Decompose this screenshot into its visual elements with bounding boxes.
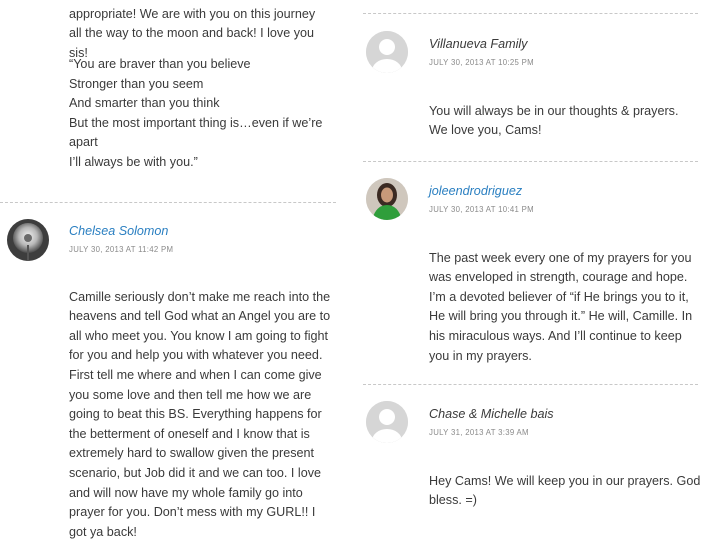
comment-divider xyxy=(363,161,698,162)
default-avatar-icon[interactable] xyxy=(366,401,408,443)
comment-divider xyxy=(0,202,336,203)
comment-text: Camille seriously don’t make me reach in… xyxy=(69,275,335,555)
comment-date-link[interactable]: JULY 30, 2013 AT 11:42 PM xyxy=(69,245,173,254)
comment-author: Villanueva Family xyxy=(429,37,528,51)
comment-author: Chase & Michelle bais xyxy=(429,407,554,421)
comment-paragraph: The past week every one of my prayers fo… xyxy=(429,250,693,363)
comment-paragraph: You will always be in our thoughts & pra… xyxy=(429,103,679,138)
comment-divider xyxy=(363,384,698,385)
verse-line: “You are braver than you believe xyxy=(69,57,251,71)
verse-line: Stronger than you seem xyxy=(69,76,204,91)
verse-line: I’ll always be with you.” xyxy=(69,154,198,169)
default-avatar-icon[interactable] xyxy=(366,31,408,73)
user-photo-avatar[interactable] xyxy=(366,178,408,220)
comment-text: The past week every one of my prayers fo… xyxy=(429,236,701,379)
comment-text: You will always be in our thoughts & pra… xyxy=(429,89,699,153)
comment-author-link[interactable]: Chelsea Solomon xyxy=(69,223,168,239)
comment-divider xyxy=(363,13,698,14)
verse-line: And smarter than you think xyxy=(69,96,220,111)
comment-paragraph: Camille seriously don’t make me reach in… xyxy=(69,289,331,539)
verse-line: apart xyxy=(69,135,98,150)
comment-author-link[interactable]: joleendrodriguez xyxy=(429,183,522,199)
verse-line: But the most important thing is…even if … xyxy=(69,115,323,130)
verse-block: “You are braver than you believe Stronge… xyxy=(69,55,331,173)
dandelion-avatar[interactable] xyxy=(7,219,49,261)
comment-date-link[interactable]: JULY 30, 2013 AT 10:25 PM xyxy=(429,58,534,67)
comment-paragraph: Hey Cams! We will keep you in our prayer… xyxy=(429,473,701,508)
comment-date-link[interactable]: JULY 30, 2013 AT 10:41 PM xyxy=(429,205,534,214)
comment-date-link[interactable]: JULY 31, 2013 AT 3:39 AM xyxy=(429,428,529,437)
comment-text: Hey Cams! We will keep you in our prayer… xyxy=(429,459,701,523)
